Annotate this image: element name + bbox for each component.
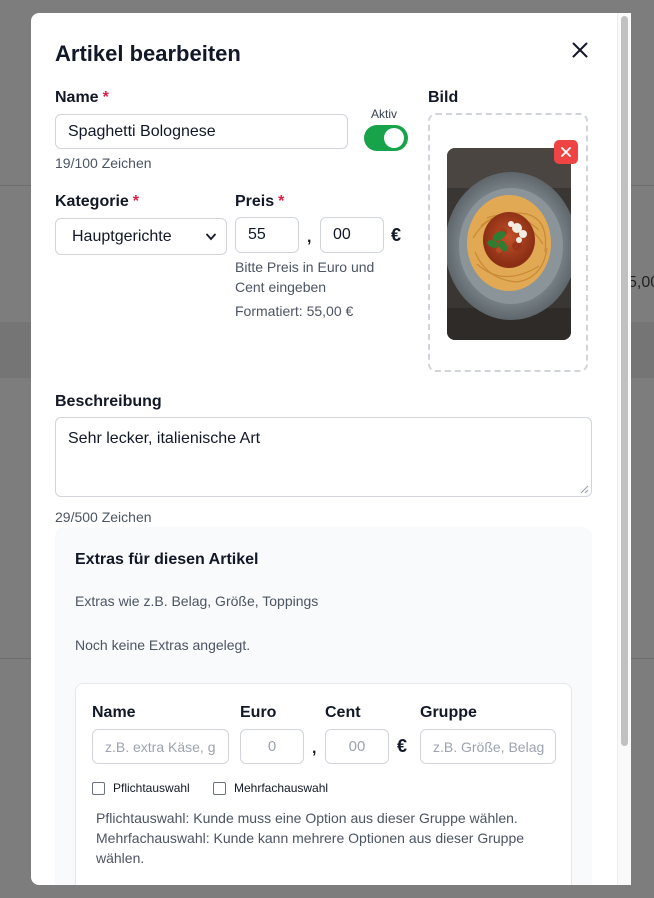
multi-choice-option[interactable]: Mehrfachauswahl	[213, 781, 328, 795]
extras-subtitle: Extras wie z.B. Belag, Größe, Toppings	[75, 593, 319, 609]
modal-title: Artikel bearbeiten	[55, 41, 241, 66]
dish-image	[447, 148, 571, 340]
description-counter: 29/500 Zeichen	[55, 509, 152, 525]
extra-euro-input[interactable]: 0	[240, 729, 304, 764]
description-textarea[interactable]: Sehr lecker, italienische Art	[55, 417, 592, 497]
extra-price-separator: ,	[312, 740, 317, 757]
edit-item-modal: Artikel bearbeiten Name * Spaghetti Bolog…	[31, 13, 631, 885]
extra-currency: €	[397, 736, 408, 756]
price-cent-input[interactable]: 00	[320, 217, 384, 253]
choice-hint: Pflichtauswahl: Kunde muss eine Option a…	[96, 810, 525, 866]
price-hint: Bitte Preis in Euro und Cent eingeben	[235, 259, 375, 295]
price-euro-input[interactable]: 55	[235, 217, 299, 253]
category-selected-value: Hauptgerichte	[72, 227, 172, 245]
required-choice-label: Pflichtauswahl	[113, 781, 190, 795]
close-button[interactable]	[567, 37, 593, 63]
extra-cent-label: Cent	[325, 704, 361, 721]
category-select[interactable]: Hauptgerichte	[55, 218, 227, 255]
image-dropzone[interactable]	[428, 113, 588, 372]
extra-group-input[interactable]: z.B. Größe, Belag	[420, 729, 556, 764]
extras-empty-text: Noch keine Extras angelegt.	[75, 637, 251, 653]
active-label: Aktiv	[371, 107, 398, 121]
name-input[interactable]: Spaghetti Bolognese	[55, 114, 348, 149]
extra-euro-label: Euro	[240, 704, 277, 721]
close-icon	[572, 42, 588, 58]
multi-choice-checkbox[interactable]	[213, 781, 226, 795]
close-icon	[561, 147, 571, 157]
name-label: Name *	[55, 89, 109, 106]
toggle-knob	[384, 128, 404, 148]
description-label: Beschreibung	[55, 393, 162, 410]
multi-choice-label: Mehrfachauswahl	[234, 781, 329, 795]
extra-name-label: Name	[92, 704, 136, 721]
remove-image-button[interactable]	[554, 140, 578, 164]
chevron-down-icon	[206, 233, 216, 240]
extra-cent-input[interactable]: 00	[325, 729, 389, 764]
price-formatted: Formatiert: 55,00 €	[235, 303, 354, 319]
required-choice-checkbox[interactable]	[92, 781, 105, 795]
category-label: Kategorie *	[55, 193, 140, 210]
extras-section: Extras für diesen Artikel Extras wie z.B…	[55, 527, 592, 885]
extras-title: Extras für diesen Artikel	[75, 551, 259, 568]
scrollbar-thumb[interactable]	[621, 16, 628, 746]
image-label: Bild	[428, 89, 459, 106]
background-price: 5,00	[628, 274, 654, 291]
resize-handle-icon[interactable]	[579, 484, 589, 494]
extra-group-label: Gruppe	[420, 704, 477, 721]
description-value: Sehr lecker, italienische Art	[68, 430, 261, 447]
active-toggle[interactable]	[364, 125, 408, 151]
price-currency: €	[391, 225, 402, 245]
extra-form-card: Name Euro Cent Gruppe z.B. extra Käse, g…	[75, 683, 572, 885]
required-choice-option[interactable]: Pflichtauswahl	[92, 781, 190, 795]
extra-name-input[interactable]: z.B. extra Käse, g	[92, 729, 229, 764]
price-label: Preis *	[235, 193, 285, 210]
name-counter: 19/100 Zeichen	[55, 155, 152, 171]
price-separator: ,	[307, 229, 312, 246]
